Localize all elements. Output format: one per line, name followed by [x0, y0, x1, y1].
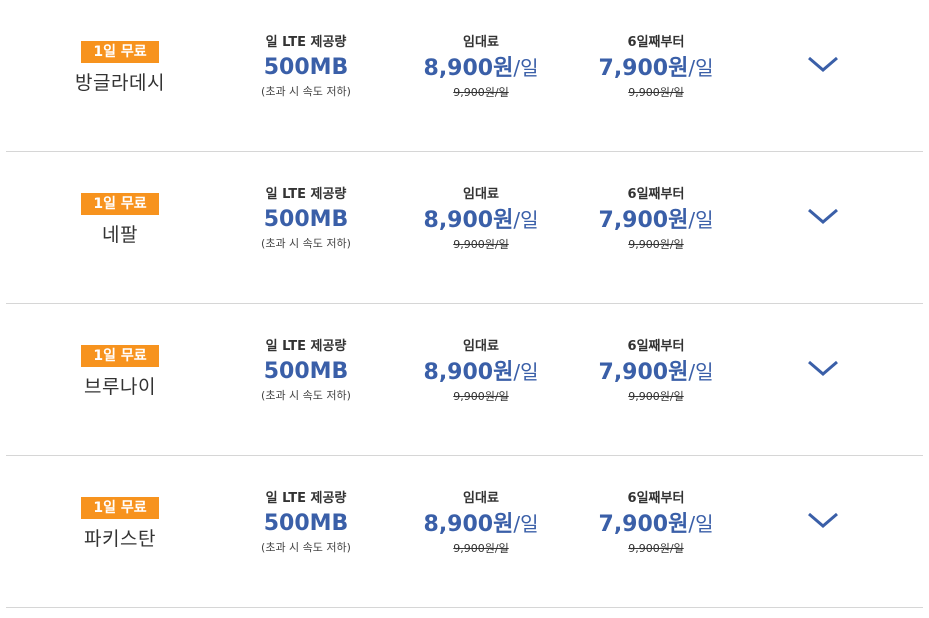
country-cell: 1일 무료 브루나이: [52, 345, 188, 399]
after-original-price: 9,900원/일: [628, 542, 684, 555]
rent-price: 8,900원/일: [386, 509, 576, 540]
rent-label: 임대료: [463, 491, 499, 506]
rent-price-unit: /일: [513, 360, 539, 384]
rent-cell: 임대료 8,900원/일 9,900원/일: [386, 338, 576, 404]
country-name: 브루나이: [84, 376, 156, 398]
after-price-unit: /일: [688, 208, 714, 232]
rent-price-unit: /일: [513, 56, 539, 80]
data-note: (초과 시 속도 저하): [261, 85, 351, 98]
expand-toggle[interactable]: [803, 506, 843, 536]
rent-cell: 임대료 8,900원/일 9,900원/일: [386, 186, 576, 252]
after-price-value: 7,900원: [598, 360, 689, 385]
rent-price-value: 8,900원: [423, 56, 514, 81]
data-note: (초과 시 속도 저하): [261, 237, 351, 250]
data-allowance-cell: 일 LTE 제공량 500MB (초과 시 속도 저하): [211, 490, 401, 555]
plan-row: 1일 무료 파키스탄 일 LTE 제공량 500MB (초과 시 속도 저하) …: [6, 456, 923, 608]
data-allowance-cell: 일 LTE 제공량 500MB (초과 시 속도 저하): [211, 34, 401, 99]
after-day6-cell: 6일째부터 7,900원/일 9,900원/일: [561, 338, 751, 404]
after-price-value: 7,900원: [598, 56, 689, 81]
rent-cell: 임대료 8,900원/일 9,900원/일: [386, 34, 576, 100]
chevron-down-icon: [808, 360, 838, 376]
after-label: 6일째부터: [627, 491, 685, 506]
rent-original-price: 9,900원/일: [453, 390, 509, 403]
country-cell: 1일 무료 방글라데시: [52, 41, 188, 95]
country-name: 네팔: [102, 224, 138, 246]
data-value: 500MB: [263, 359, 349, 384]
expand-toggle[interactable]: [803, 202, 843, 232]
after-price: 7,900원/일: [561, 357, 751, 388]
expand-toggle[interactable]: [803, 50, 843, 80]
free-day-badge: 1일 무료: [81, 345, 159, 367]
data-value: 500MB: [263, 207, 349, 232]
country-name: 파키스탄: [84, 528, 156, 550]
free-day-badge: 1일 무료: [81, 193, 159, 215]
after-price-unit: /일: [688, 512, 714, 536]
rent-original-price: 9,900원/일: [453, 238, 509, 251]
expand-toggle[interactable]: [803, 354, 843, 384]
after-label: 6일째부터: [627, 187, 685, 202]
data-label: 일 LTE 제공량: [265, 35, 347, 50]
country-cell: 1일 무료 네팔: [52, 193, 188, 247]
chevron-down-icon: [808, 56, 838, 72]
after-original-price: 9,900원/일: [628, 390, 684, 403]
data-allowance-cell: 일 LTE 제공량 500MB (초과 시 속도 저하): [211, 186, 401, 251]
after-price: 7,900원/일: [561, 205, 751, 236]
rent-price: 8,900원/일: [386, 53, 576, 84]
rent-label: 임대료: [463, 187, 499, 202]
country-name: 방글라데시: [75, 72, 165, 94]
after-price-value: 7,900원: [598, 512, 689, 537]
data-note: (초과 시 속도 저하): [261, 389, 351, 402]
rent-price-value: 8,900원: [423, 360, 514, 385]
plan-list: 1일 무료 방글라데시 일 LTE 제공량 500MB (초과 시 속도 저하)…: [0, 0, 929, 608]
data-label: 일 LTE 제공량: [265, 187, 347, 202]
chevron-down-icon: [808, 512, 838, 528]
rent-original-price: 9,900원/일: [453, 86, 509, 99]
rent-price: 8,900원/일: [386, 205, 576, 236]
plan-row: 1일 무료 네팔 일 LTE 제공량 500MB (초과 시 속도 저하) 임대…: [6, 152, 923, 304]
rent-price-unit: /일: [513, 512, 539, 536]
plan-row: 1일 무료 브루나이 일 LTE 제공량 500MB (초과 시 속도 저하) …: [6, 304, 923, 456]
after-label: 6일째부터: [627, 339, 685, 354]
rent-label: 임대료: [463, 35, 499, 50]
after-day6-cell: 6일째부터 7,900원/일 9,900원/일: [561, 34, 751, 100]
country-cell: 1일 무료 파키스탄: [52, 497, 188, 551]
rent-original-price: 9,900원/일: [453, 542, 509, 555]
after-label: 6일째부터: [627, 35, 685, 50]
rent-price-value: 8,900원: [423, 208, 514, 233]
data-value: 500MB: [263, 511, 349, 536]
data-allowance-cell: 일 LTE 제공량 500MB (초과 시 속도 저하): [211, 338, 401, 403]
after-price: 7,900원/일: [561, 509, 751, 540]
after-day6-cell: 6일째부터 7,900원/일 9,900원/일: [561, 490, 751, 556]
free-day-badge: 1일 무료: [81, 497, 159, 519]
rent-price: 8,900원/일: [386, 357, 576, 388]
after-original-price: 9,900원/일: [628, 238, 684, 251]
after-price-unit: /일: [688, 360, 714, 384]
rent-price-value: 8,900원: [423, 512, 514, 537]
plan-row: 1일 무료 방글라데시 일 LTE 제공량 500MB (초과 시 속도 저하)…: [6, 0, 923, 152]
rent-label: 임대료: [463, 339, 499, 354]
rent-price-unit: /일: [513, 208, 539, 232]
data-label: 일 LTE 제공량: [265, 339, 347, 354]
data-note: (초과 시 속도 저하): [261, 541, 351, 554]
chevron-down-icon: [808, 208, 838, 224]
after-price: 7,900원/일: [561, 53, 751, 84]
data-label: 일 LTE 제공량: [265, 491, 347, 506]
after-day6-cell: 6일째부터 7,900원/일 9,900원/일: [561, 186, 751, 252]
free-day-badge: 1일 무료: [81, 41, 159, 63]
after-price-unit: /일: [688, 56, 714, 80]
after-original-price: 9,900원/일: [628, 86, 684, 99]
rent-cell: 임대료 8,900원/일 9,900원/일: [386, 490, 576, 556]
after-price-value: 7,900원: [598, 208, 689, 233]
data-value: 500MB: [263, 55, 349, 80]
